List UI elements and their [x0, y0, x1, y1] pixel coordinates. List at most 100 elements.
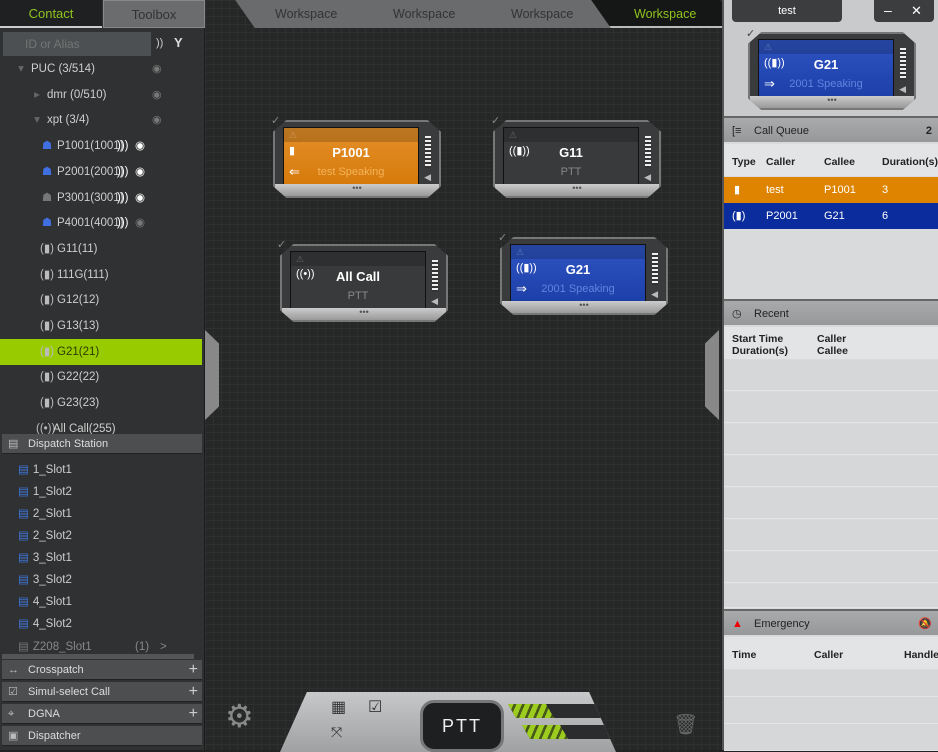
call-queue-row[interactable]: (▮) P2001 G21 6	[724, 203, 938, 229]
minimize-button[interactable]: –	[884, 2, 892, 18]
check-icon[interactable]: ✓	[746, 27, 755, 40]
tree-item[interactable]: ☗ P4001(4001)))) ◉	[0, 210, 202, 236]
workspace-tab-4[interactable]: Workspace	[591, 0, 741, 28]
eye-icon[interactable]: ◉	[135, 210, 145, 236]
tree-item[interactable]: (▮) G21(21)	[0, 338, 202, 365]
multi-select-icon[interactable]: ☑	[368, 700, 382, 716]
tree-item[interactable]: (▮) G12(12)	[0, 287, 202, 313]
selected-radio-card[interactable]: ⚠ ((▮)) ⇒ G21 2001 Speaking ◀ •••	[748, 32, 916, 110]
horizontal-scrollbar[interactable]	[2, 654, 194, 659]
add-icon[interactable]: +	[189, 682, 198, 702]
slot-item[interactable]: ▤ 1_Slot1	[18, 459, 72, 481]
eye-icon[interactable]: ◉	[135, 159, 145, 185]
eye-icon[interactable]: ◉	[135, 133, 145, 159]
group-icon: (▮)	[40, 345, 54, 358]
section-crosspatch[interactable]: ↔ Crosspatch +	[2, 660, 202, 680]
eye-icon[interactable]: ◉	[152, 107, 162, 133]
check-icon[interactable]: ✓	[498, 231, 507, 244]
tree-item[interactable]: (▮) G11(11)	[0, 236, 202, 262]
ptt-console: ▦ ☑ ⤧ PTT	[280, 692, 616, 752]
slot-item[interactable]: ▤ 2_Slot1	[18, 503, 72, 525]
expand-icon[interactable]: ⤧	[331, 724, 342, 741]
radio-card-g11[interactable]: ⚠ ((▮)) G11 PTT ◀ •••	[493, 120, 661, 198]
column-time: Time	[732, 649, 757, 661]
recent-header: ◷ Recent	[724, 299, 938, 325]
slot-item[interactable]: ▤ 4_Slot1	[18, 591, 72, 613]
search-input[interactable]	[3, 32, 151, 56]
alarm-mute-icon[interactable]: 🔕	[918, 611, 932, 637]
tab-contact[interactable]: Contact	[0, 0, 102, 28]
close-button[interactable]: ✕	[911, 3, 922, 19]
column-callee: Callee	[824, 156, 855, 168]
add-icon[interactable]: +	[189, 704, 198, 724]
volume-bars	[432, 260, 438, 292]
check-icon[interactable]: ✓	[271, 114, 280, 127]
contact-panel: Contact Toolbox ⚲ )) Y ▾PUC (3/514)◉▸dmr…	[0, 0, 205, 750]
user-police-icon: ☗	[41, 217, 53, 230]
tab-toolbox[interactable]: Toolbox	[103, 0, 205, 28]
slot-item[interactable]: ▤ 4_Slot2	[18, 613, 72, 635]
slot-item[interactable]: ▤ 2_Slot2	[18, 525, 72, 547]
dispatch-station-icon: ▤	[8, 438, 19, 450]
ptt-button[interactable]: PTT	[420, 700, 504, 752]
more-icon: •••	[275, 184, 439, 196]
eye-icon[interactable]: ◉	[135, 185, 145, 211]
tree-item[interactable]: ▾ PUC (3/514) ◉	[0, 56, 202, 82]
tree-item-label: P2001(2001)	[57, 165, 124, 178]
slot-item[interactable]: ▤ 1_Slot2	[18, 481, 72, 503]
emergency-header: ▲ Emergency 🔕	[724, 609, 938, 635]
section-dispatcher[interactable]: ▣ Dispatcher	[2, 726, 202, 746]
call-queue-count: 2	[925, 125, 932, 137]
radio-card-p1001[interactable]: ⚠ ▮ ⇐ P1001 test Speaking ◀ •••	[273, 120, 441, 198]
right-collapse-handle[interactable]	[705, 330, 719, 420]
triangle-right-icon: ▸	[34, 88, 40, 101]
user-button[interactable]: test	[732, 0, 842, 22]
tree-item[interactable]: ▸ dmr (0/510) ◉	[0, 82, 202, 108]
tree-item[interactable]: ☗ P3001(3001)))) ◉	[0, 185, 202, 211]
tree-item-label: G12(12)	[57, 294, 100, 307]
call-queue-row[interactable]: ▮ test P1001 3	[724, 177, 938, 203]
crosspatch-icon: ↔	[8, 664, 19, 676]
tree-item[interactable]: ☗ P2001(2001)))) ◉	[0, 159, 202, 185]
dgna-icon: ⌖	[8, 708, 15, 720]
more-icon: •••	[282, 308, 446, 320]
signal-icon: )))	[117, 217, 129, 230]
column-caller: Caller	[817, 333, 847, 345]
radio-card-all-call[interactable]: ⚠ ((•)) All Call PTT ◀ •••	[280, 244, 448, 322]
eye-icon[interactable]: ◉	[152, 56, 162, 82]
check-icon[interactable]: ✓	[277, 238, 286, 251]
tree-item[interactable]: (▮) G13(13)	[0, 313, 202, 339]
tree-item[interactable]: (▮) G23(23)	[0, 390, 202, 416]
tree-item[interactable]: (▮) G22(22)	[0, 364, 202, 390]
dispatch-station-header[interactable]: ▤ Dispatch Station	[2, 434, 202, 454]
tree-item[interactable]: ☗ P1001(1001)))) ◉	[0, 133, 202, 159]
triangle-down-icon: ▾	[18, 63, 24, 75]
tree-item-label: G23(23)	[57, 397, 100, 410]
grid-layout-icon[interactable]: ▦	[331, 700, 346, 716]
column-caller: Caller	[814, 649, 844, 661]
add-icon[interactable]: +	[189, 660, 198, 680]
user-radio-icon: ☗	[41, 140, 53, 153]
filter-icon[interactable]: Y	[174, 35, 183, 50]
tree-item[interactable]: (▮) 111G(111)	[0, 262, 202, 288]
left-collapse-handle[interactable]	[205, 330, 219, 420]
volume-bars	[652, 253, 658, 285]
group-icon: (▮)	[40, 242, 54, 255]
section-simul-select[interactable]: ☑ Simul-select Call +	[2, 682, 202, 702]
eye-icon[interactable]: ◉	[152, 82, 162, 108]
section-dgna[interactable]: ⌖ DGNA +	[2, 704, 202, 724]
dispatch-station-icon: ▤	[18, 596, 29, 608]
signal-icon: )))	[117, 165, 129, 178]
tree-item-label: G11(11)	[57, 242, 98, 255]
settings-gear-icon[interactable]: ⚙	[225, 700, 254, 732]
tree-item[interactable]: ▾ xpt (3/4) ◉	[0, 107, 202, 133]
trash-icon[interactable]: 🗑	[673, 712, 698, 737]
signal-filter-icon[interactable]: ))	[156, 37, 163, 49]
check-icon[interactable]: ✓	[491, 114, 500, 127]
slot-item[interactable]: ▤ 3_Slot1	[18, 547, 72, 569]
radio-card-g21[interactable]: ⚠ ((▮)) ⇒ G21 2001 Speaking ◀ •••	[500, 237, 668, 315]
slot-item[interactable]: ▤ 3_Slot2	[18, 569, 72, 591]
level-meter-1	[507, 704, 611, 718]
speaker-icon: ◀	[644, 172, 651, 182]
column-start-time: Start Time	[732, 333, 784, 345]
